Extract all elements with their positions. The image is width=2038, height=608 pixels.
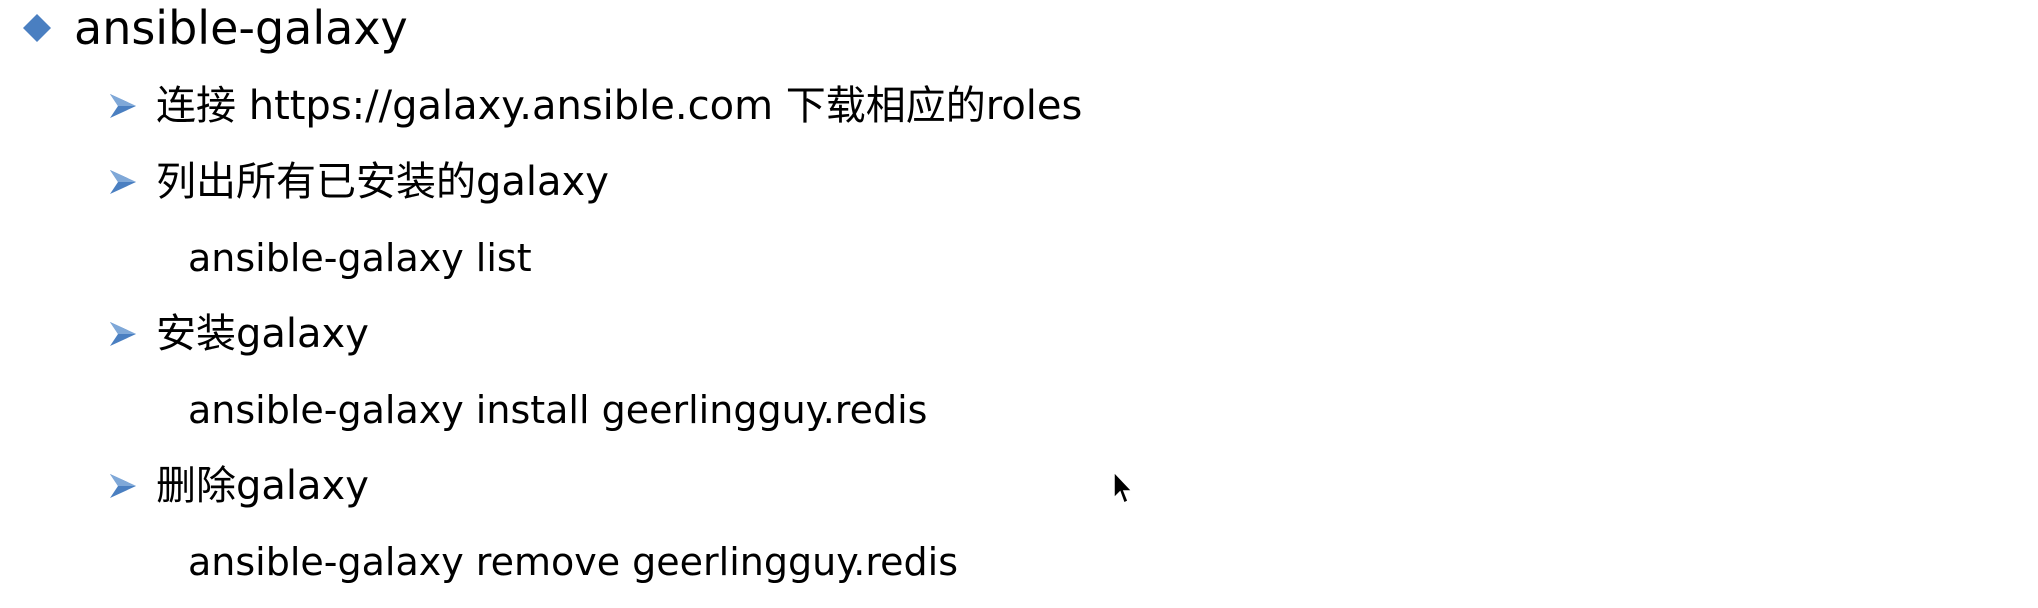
arrow-bullet-icon (110, 322, 136, 346)
slide: ansible-galaxy 连接 https://galaxy.ansible… (0, 0, 2038, 608)
command-text: ansible-galaxy remove geerlingguy.redis (188, 540, 959, 584)
command-text: ansible-galaxy list (188, 236, 532, 280)
mouse-pointer-icon (1113, 470, 1134, 505)
command-line-list: ansible-galaxy list (188, 230, 532, 286)
bullet-item-label: 连接 https://galaxy.ansible.com 下载相应的roles (156, 83, 1083, 129)
bullet-item-connect: 连接 https://galaxy.ansible.com 下载相应的roles (108, 78, 1082, 134)
bullet-item-label: 安装galaxy (156, 311, 369, 357)
command-line-remove: ansible-galaxy remove geerlingguy.redis (188, 534, 958, 590)
bullet-item-list: 列出所有已安装的galaxy (108, 154, 609, 210)
bullet-item-label: 删除galaxy (156, 463, 369, 509)
bullet-item-install: 安装galaxy (108, 306, 369, 362)
bullet-item-label: 列出所有已安装的galaxy (156, 159, 609, 205)
command-text: ansible-galaxy install geerlingguy.redis (188, 388, 928, 432)
diamond-bullet-icon (23, 14, 51, 42)
arrow-bullet-icon (110, 170, 136, 194)
slide-heading: ansible-galaxy (22, 0, 408, 56)
bullet-item-remove: 删除galaxy (108, 458, 369, 514)
heading-title: ansible-galaxy (74, 1, 408, 55)
arrow-bullet-icon (110, 474, 136, 498)
command-line-install: ansible-galaxy install geerlingguy.redis (188, 382, 927, 438)
arrow-bullet-icon (110, 94, 136, 118)
